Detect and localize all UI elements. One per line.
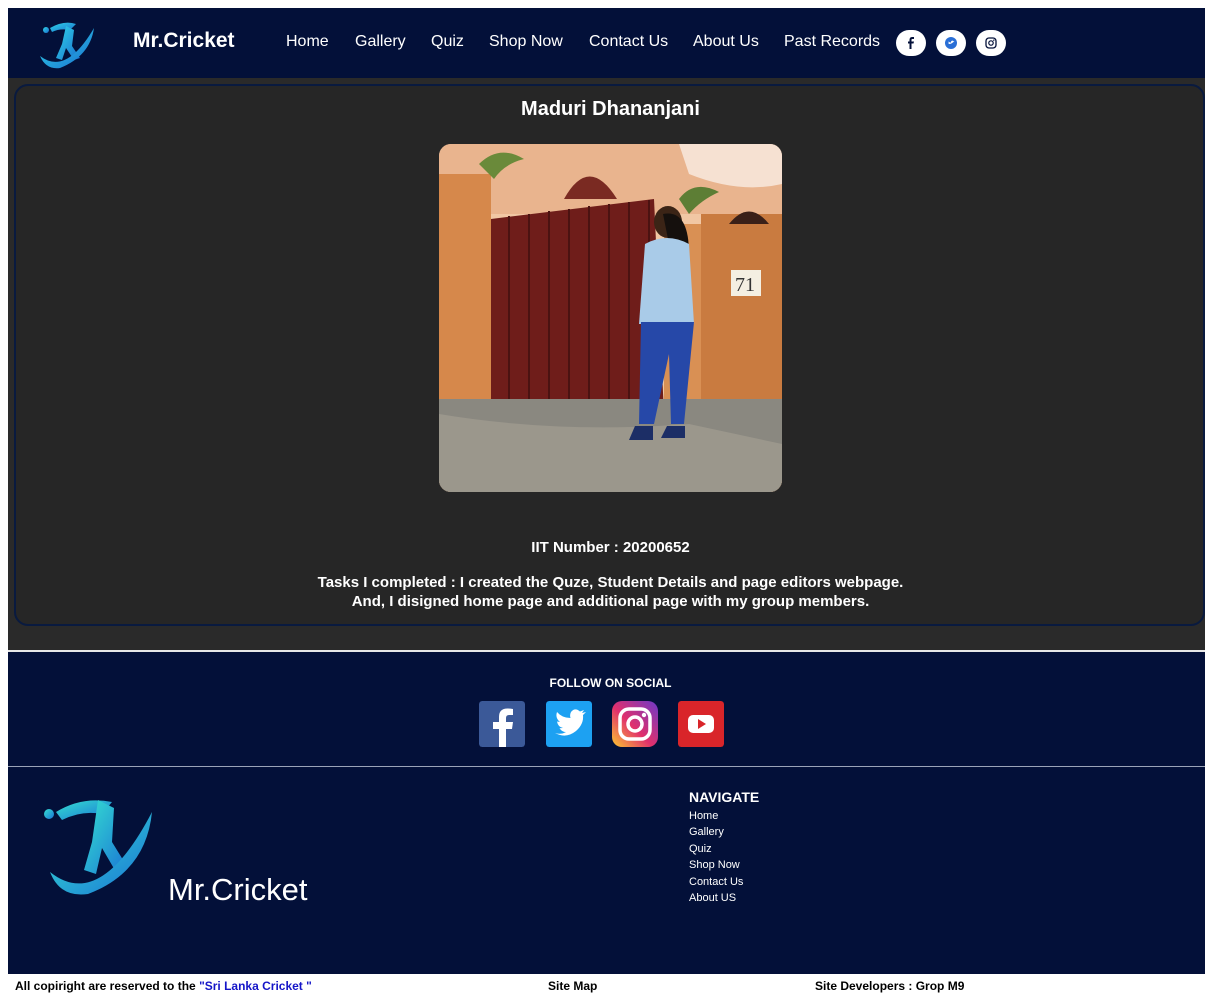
youtube-icon[interactable] bbox=[678, 701, 724, 747]
svg-text:71: 71 bbox=[735, 274, 755, 296]
facebook-icon[interactable] bbox=[896, 30, 926, 56]
member-photo: 71 bbox=[439, 144, 782, 492]
footer-nav-home[interactable]: Home bbox=[689, 809, 743, 825]
site-map-link[interactable]: Site Map bbox=[548, 979, 597, 993]
nav-quiz[interactable]: Quiz bbox=[431, 33, 464, 51]
facebook-icon[interactable] bbox=[479, 701, 525, 747]
tasks-description: Tasks I completed : I created the Quze, … bbox=[0, 573, 1205, 611]
site-developers: Site Developers : Grop M9 bbox=[815, 979, 965, 993]
navigate-title: NAVIGATE bbox=[689, 789, 760, 805]
footer-nav-gallery[interactable]: Gallery bbox=[689, 825, 743, 841]
nav-gallery[interactable]: Gallery bbox=[355, 33, 406, 51]
instagram-icon[interactable] bbox=[612, 701, 658, 747]
nav-about-us[interactable]: About Us bbox=[693, 33, 759, 51]
nav-past-records[interactable]: Past Records bbox=[784, 33, 880, 51]
footer-nav-quiz[interactable]: Quiz bbox=[689, 842, 743, 858]
footer-nav-contact-us[interactable]: Contact Us bbox=[689, 875, 743, 891]
copyright-text: All copiright are reserved to the "Sri L… bbox=[15, 979, 312, 993]
follow-title: FOLLOW ON SOCIAL bbox=[549, 676, 672, 690]
cricket-logo-icon[interactable] bbox=[42, 790, 160, 902]
top-navbar: Mr.Cricket Home Gallery Quiz Shop Now Co… bbox=[8, 8, 1205, 78]
footer-brand: Mr.Cricket bbox=[168, 872, 308, 907]
iit-number: IIT Number : 20200652 bbox=[531, 539, 690, 556]
instagram-icon[interactable] bbox=[976, 30, 1006, 56]
nav-contact-us[interactable]: Contact Us bbox=[589, 33, 668, 51]
member-name: Maduri Dhananjani bbox=[521, 98, 700, 120]
twitter-icon[interactable] bbox=[936, 30, 966, 56]
footer-nav-shop-now[interactable]: Shop Now bbox=[689, 858, 743, 874]
tasks-line-2: And, I disigned home page and additional… bbox=[351, 593, 870, 610]
bottom-bar: All copiright are reserved to the "Sri L… bbox=[0, 974, 1205, 994]
footer-divider bbox=[8, 766, 1205, 767]
footer-nav-list: Home Gallery Quiz Shop Now Contact Us Ab… bbox=[689, 809, 743, 907]
tasks-line-1: Tasks I completed : I created the Quze, … bbox=[317, 574, 904, 591]
nav-shop-now[interactable]: Shop Now bbox=[489, 33, 563, 51]
brand-name[interactable]: Mr.Cricket bbox=[133, 29, 235, 53]
copyright-prefix: All copiright are reserved to the bbox=[15, 979, 196, 993]
nav-home[interactable]: Home bbox=[286, 33, 329, 51]
site-footer bbox=[8, 652, 1205, 974]
footer-nav-about-us[interactable]: About US bbox=[689, 891, 743, 907]
twitter-icon[interactable] bbox=[546, 701, 592, 747]
copyright-org-link[interactable]: "Sri Lanka Cricket " bbox=[199, 979, 312, 993]
cricket-logo-icon[interactable] bbox=[36, 16, 100, 72]
